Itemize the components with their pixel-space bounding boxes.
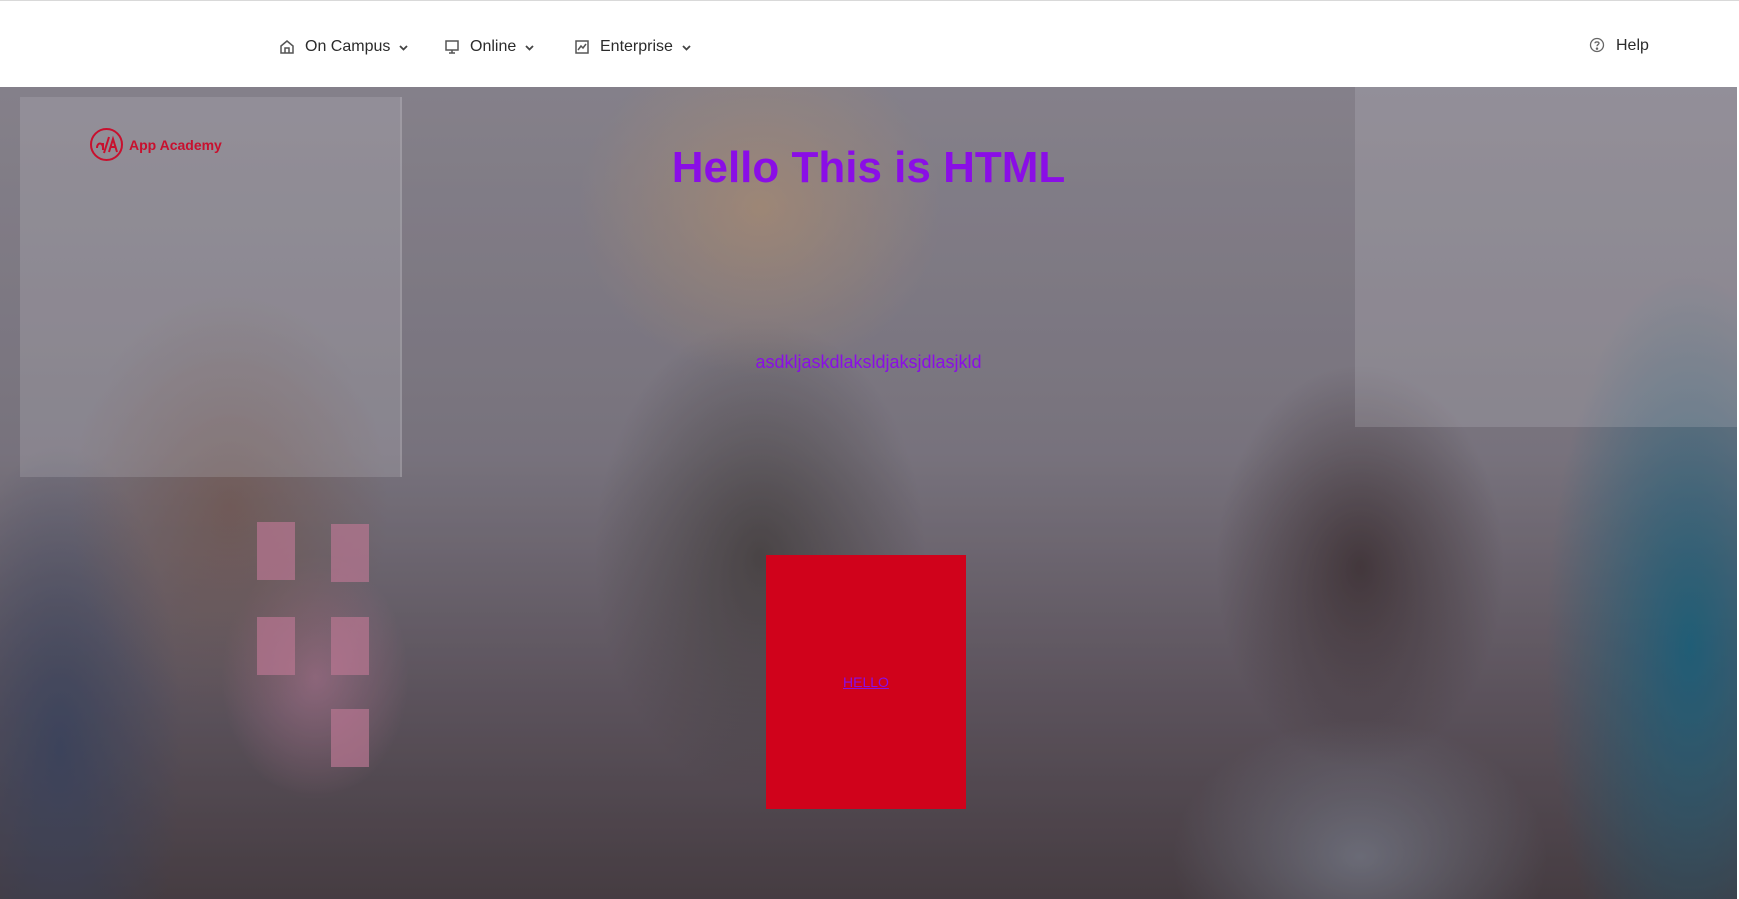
help-link[interactable]: Help <box>1589 34 1649 58</box>
nav-item-online[interactable]: Online <box>443 35 535 59</box>
hello-link[interactable]: HELLO <box>843 674 889 690</box>
chevron-down-icon <box>681 42 692 53</box>
chevron-down-icon <box>524 42 535 53</box>
monitor-icon <box>443 38 461 56</box>
home-icon <box>278 38 296 56</box>
nav-item-enterprise[interactable]: Enterprise <box>573 35 692 59</box>
help-label: Help <box>1616 37 1649 54</box>
chevron-down-icon <box>398 42 409 53</box>
hero-title: Hello This is HTML <box>671 143 1066 192</box>
hero-text: asdkljaskdlaksldjaksjdlasjkld <box>755 352 982 372</box>
cta-box: HELLO <box>766 555 966 809</box>
help-circle-icon <box>1589 37 1607 55</box>
nav-item-on-campus[interactable]: On Campus <box>278 35 409 59</box>
nav-item-label: Enterprise <box>600 38 673 55</box>
chart-icon <box>573 38 591 56</box>
nav-item-label: Online <box>470 38 517 55</box>
nav-item-label: On Campus <box>305 38 391 55</box>
top-navigation-bar: On Campus Online Enterprise Help <box>0 0 1739 87</box>
